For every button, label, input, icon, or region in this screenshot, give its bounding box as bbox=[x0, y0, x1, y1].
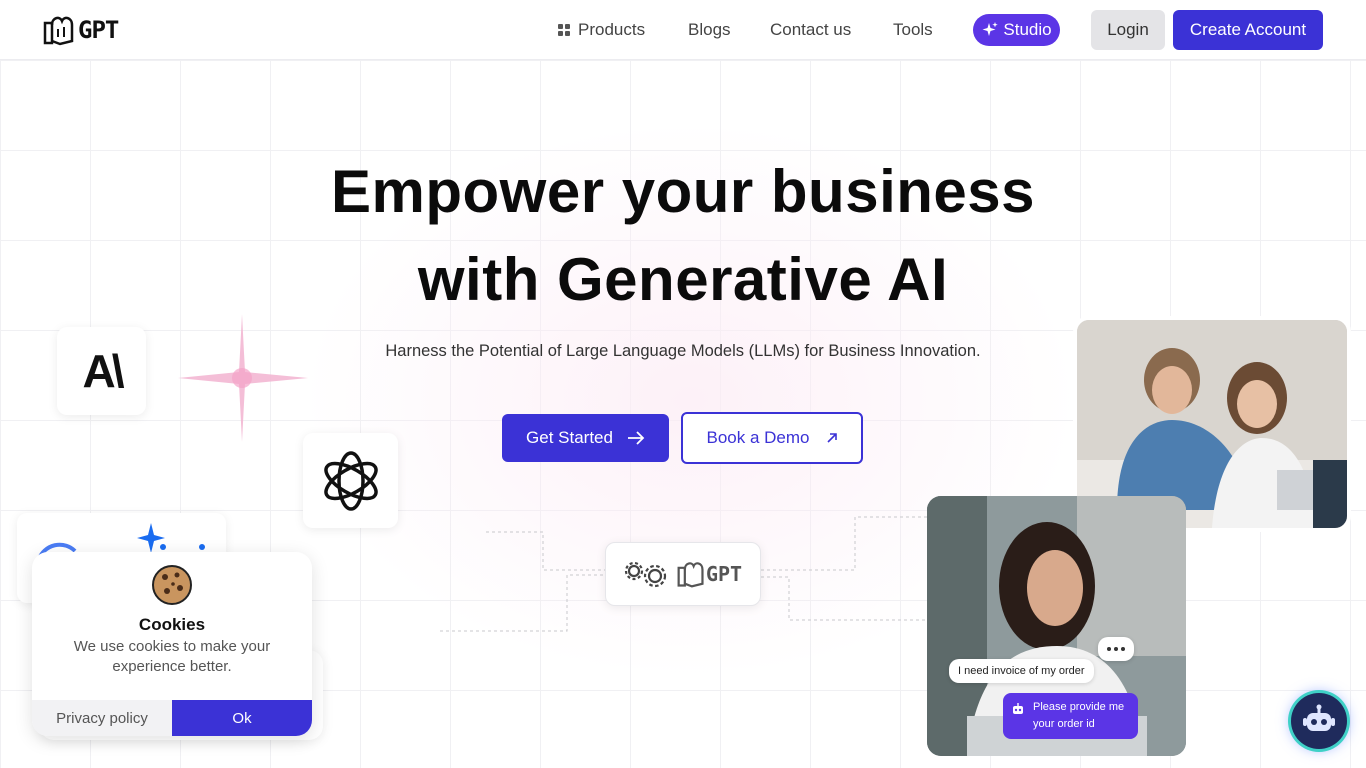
bot-message-line1: Please provide me bbox=[1033, 701, 1125, 713]
bot-message-line2: your order id bbox=[1033, 718, 1095, 730]
connector-logo-icon bbox=[677, 562, 704, 588]
bot-avatar-icon bbox=[1013, 703, 1023, 714]
cookie-ok-button[interactable]: Ok bbox=[172, 700, 312, 736]
typing-indicator bbox=[1098, 637, 1134, 661]
privacy-policy-button[interactable]: Privacy policy bbox=[32, 700, 172, 736]
cookie-text: We use cookies to make your experience b… bbox=[73, 638, 271, 675]
chatbot-launcher-button[interactable] bbox=[1291, 693, 1347, 749]
cookie-title: Cookies bbox=[138, 615, 206, 634]
connector-logo-text: GPT bbox=[705, 562, 743, 586]
cookie-banner: Cookies We use cookies to make your expe… bbox=[32, 552, 312, 736]
bot-chat-bubble: Please provide me your order id bbox=[1003, 693, 1138, 739]
user-chat-bubble: I need invoice of my order bbox=[949, 659, 1094, 683]
integration-hub-card: GPT bbox=[605, 542, 761, 606]
gears-icon bbox=[624, 561, 667, 588]
chatbot-icon bbox=[1303, 704, 1335, 731]
cookie-icon bbox=[152, 565, 192, 605]
